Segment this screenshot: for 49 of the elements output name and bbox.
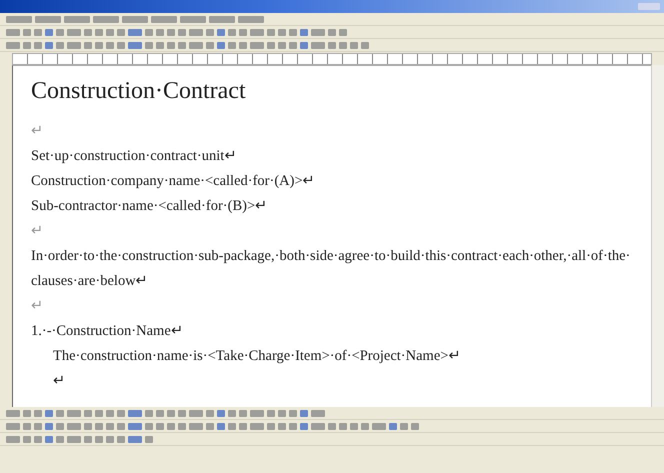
menu-item-icon[interactable] — [64, 16, 90, 22]
menu-item-icon[interactable] — [93, 16, 119, 22]
tool-icon[interactable] — [250, 410, 264, 416]
menu-item-icon[interactable] — [151, 16, 177, 22]
paragraph: 1.·-·Construction·Name↵ — [31, 322, 185, 341]
tool-icon[interactable] — [6, 410, 20, 416]
tool-icon[interactable] — [67, 410, 81, 416]
vertical-scrollbar[interactable] — [651, 65, 664, 407]
tool-icon[interactable] — [67, 422, 81, 430]
tool-icon[interactable] — [6, 28, 20, 36]
paragraph: Set·up·construction·contract·unit↵ — [31, 147, 238, 166]
paragraph: ↵ — [52, 372, 67, 391]
paragraph-mark: ↵ — [31, 122, 45, 141]
tool-icon[interactable] — [311, 422, 325, 430]
tool-icon[interactable] — [128, 422, 142, 430]
tool-icon[interactable] — [67, 28, 81, 36]
tool-icon[interactable] — [128, 42, 142, 48]
tool-icon[interactable] — [250, 42, 264, 48]
tool-icon[interactable] — [6, 42, 20, 48]
paragraph-mark: ↵ — [31, 222, 45, 241]
tool-icon[interactable] — [189, 410, 203, 416]
menu-item-icon[interactable] — [180, 16, 206, 22]
paragraph: In·order·to·the·construction·sub-package,·both·side·agree·to·build·this·contract·each·other,·all·of·the·clauses·are·below↵ — [31, 247, 632, 291]
tool-icon[interactable] — [311, 410, 325, 416]
tool-icon[interactable] — [250, 28, 264, 36]
menu-item-icon[interactable] — [35, 16, 61, 22]
paragraph-mark: ↵ — [31, 297, 45, 316]
tool-icon[interactable] — [250, 422, 264, 430]
tool-icon[interactable] — [67, 42, 81, 48]
tool-icon[interactable] — [372, 422, 386, 430]
menu-item-icon[interactable] — [238, 16, 264, 22]
tool-icon[interactable] — [311, 42, 325, 48]
tool-icon[interactable] — [311, 28, 325, 36]
menu-item-icon[interactable] — [209, 16, 235, 22]
tool-icon[interactable] — [6, 422, 20, 430]
paragraph: Sub-contractor·name·<called·for·(B)>↵ — [31, 197, 270, 216]
paragraph: The·construction·name·is·<Take·Charge·Item>·of·<Project·Name>↵ — [52, 347, 462, 366]
tool-icon[interactable] — [189, 42, 203, 48]
tool-icon[interactable] — [128, 436, 142, 442]
document-title: Construction·Contract — [31, 78, 247, 105]
menu-item-icon[interactable] — [122, 16, 148, 22]
tool-icon[interactable] — [6, 436, 20, 442]
tool-icon[interactable] — [189, 422, 203, 430]
tool-icon[interactable] — [67, 436, 81, 442]
tool-icon[interactable] — [128, 28, 142, 36]
menu-item-icon[interactable] — [6, 16, 32, 22]
paragraph: Construction·company·name·<called·for·(A)>↵ — [31, 172, 317, 191]
tool-icon[interactable] — [189, 28, 203, 36]
tool-icon[interactable] — [128, 410, 142, 416]
